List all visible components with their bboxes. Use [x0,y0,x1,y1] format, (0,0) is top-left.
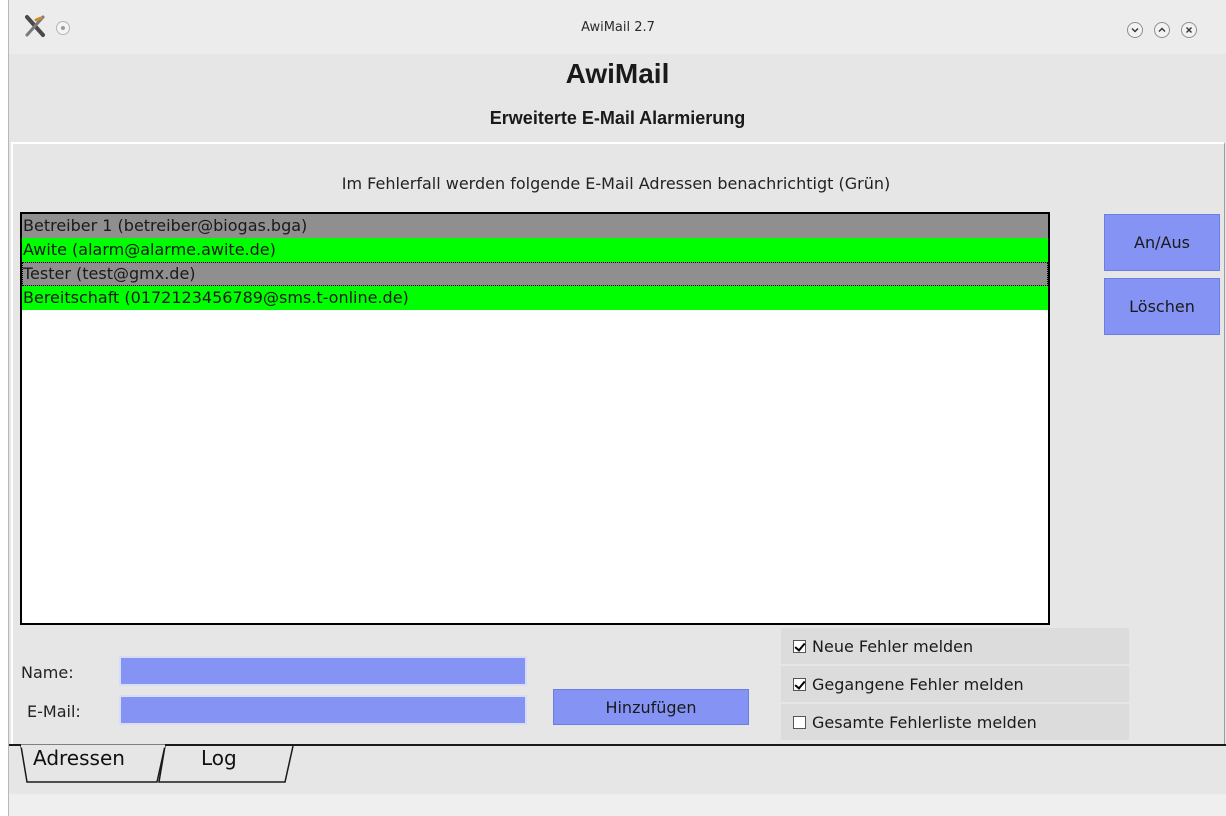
app-title: AwiMail [565,58,670,89]
option-label: Gegangene Fehler melden [812,674,1024,694]
email-field[interactable] [119,695,527,725]
checkbox[interactable] [793,715,806,729]
address-row[interactable]: Bereitschaft (0172123456789@sms.t-online… [22,286,1048,310]
email-label: E-Mail: [27,702,81,721]
address-row[interactable]: Tester (test@gmx.de) [22,262,1048,286]
tab-adressen[interactable]: Adressen [33,746,125,770]
checkbox[interactable] [793,639,806,653]
status-bar [9,794,1226,816]
address-row[interactable]: Betreiber 1 (betreiber@biogas.bga) [22,214,1048,238]
tab-log[interactable]: Log [201,746,237,770]
maximize-icon[interactable] [1154,22,1170,38]
add-button[interactable]: Hinzufügen [553,689,749,725]
checkbox[interactable] [793,677,806,691]
name-field[interactable] [119,656,527,686]
address-row[interactable]: Awite (alarm@alarme.awite.de) [22,238,1048,262]
address-list[interactable]: Betreiber 1 (betreiber@biogas.bga) Awite… [20,212,1050,625]
toggle-button[interactable]: An/Aus [1104,214,1220,271]
title-bar[interactable]: AwiMail 2.7 [9,0,1226,54]
option-gone-errors[interactable]: Gegangene Fehler melden [781,666,1129,702]
option-full-error-list[interactable]: Gesamte Fehlerliste melden [781,704,1129,740]
window-title: AwiMail 2.7 [581,20,655,35]
option-label: Gesamte Fehlerliste melden [812,712,1037,732]
option-new-errors[interactable]: Neue Fehler melden [781,628,1129,664]
info-text: Im Fehlerfall werden folgende E-Mail Adr… [341,174,891,193]
minimize-icon[interactable] [1127,22,1143,38]
name-label: Name: [21,663,74,682]
delete-button[interactable]: Löschen [1104,278,1220,335]
close-icon[interactable] [1181,22,1197,38]
option-label: Neue Fehler melden [812,636,974,656]
app-window: AwiMail 2.7 AwiMail Erweiterte E-Mail Al… [8,0,1226,816]
app-subtitle: Erweiterte E-Mail Alarmierung [489,108,746,128]
